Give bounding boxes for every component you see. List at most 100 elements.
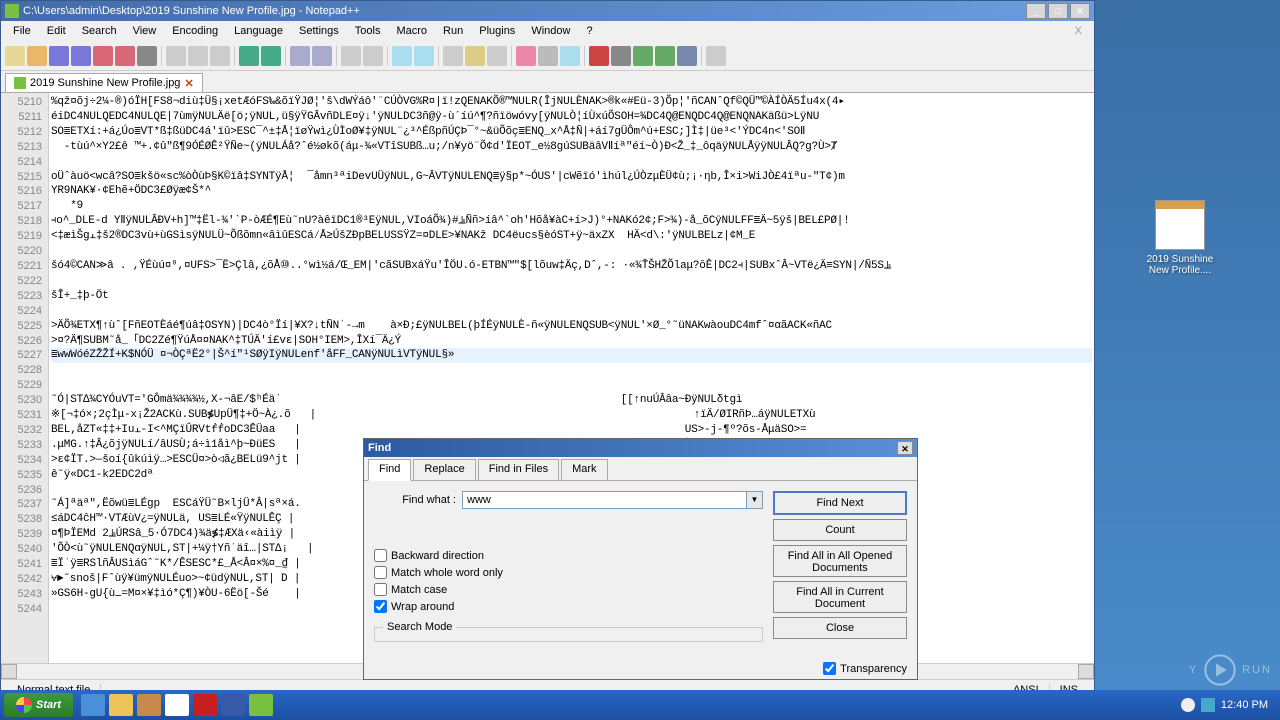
titlebar[interactable]: C:\Users\admin\Desktop\2019 Sunshine New…	[1, 1, 1094, 21]
menu-language[interactable]: Language	[226, 23, 291, 39]
menubar: File Edit Search View Encoding Language …	[1, 21, 1094, 41]
find-titlebar[interactable]: Find ✕	[364, 439, 917, 457]
wrap-icon[interactable]	[443, 46, 463, 66]
find-tabs: Find Replace Find in Files Mark	[364, 457, 917, 481]
document-tabs: 2019 Sunshine New Profile.jpg ✕	[1, 71, 1094, 93]
cut-icon[interactable]	[166, 46, 186, 66]
show-all-icon[interactable]	[465, 46, 485, 66]
folder-icon[interactable]	[538, 46, 558, 66]
find-tab-mark[interactable]: Mark	[561, 459, 607, 480]
find-title: Find	[368, 442, 391, 454]
zoom-in-icon[interactable]	[341, 46, 361, 66]
count-button[interactable]: Count	[773, 519, 907, 541]
desktop-file-icon[interactable]: 2019 Sunshine New Profile....	[1140, 200, 1220, 276]
watermark-run: RUN	[1242, 664, 1272, 676]
menu-edit[interactable]: Edit	[39, 23, 74, 39]
close-icon[interactable]	[93, 46, 113, 66]
tab-close-icon[interactable]: ✕	[184, 77, 193, 90]
sync-v-icon[interactable]	[392, 46, 412, 66]
close-button[interactable]: ✕	[1070, 3, 1090, 19]
check-match-case[interactable]: Match case	[374, 583, 763, 596]
redo-icon[interactable]	[261, 46, 281, 66]
explorer-icon[interactable]	[109, 694, 133, 716]
app-task-icon[interactable]	[221, 694, 245, 716]
find-close-button[interactable]: Close	[773, 617, 907, 639]
undo-icon[interactable]	[239, 46, 259, 66]
start-button[interactable]: Start	[4, 693, 73, 717]
find-next-button[interactable]: Find Next	[773, 491, 907, 515]
extra-icon[interactable]	[706, 46, 726, 66]
scroll-right-icon[interactable]	[1078, 664, 1094, 679]
menu-window[interactable]: Window	[523, 23, 578, 39]
ie-icon[interactable]	[81, 694, 105, 716]
sync-h-icon[interactable]	[414, 46, 434, 66]
find-dropdown-icon[interactable]: ▼	[747, 491, 763, 509]
menu-macro[interactable]: Macro	[388, 23, 435, 39]
find-all-open-button[interactable]: Find All in All Opened Documents	[773, 545, 907, 577]
close-all-icon[interactable]	[115, 46, 135, 66]
zoom-out-icon[interactable]	[363, 46, 383, 66]
play-icon[interactable]	[633, 46, 653, 66]
check-transparency[interactable]: Transparency	[823, 662, 907, 675]
clock[interactable]: 12:40 PM	[1221, 699, 1268, 711]
save-macro-icon[interactable]	[677, 46, 697, 66]
find-tab-find[interactable]: Find	[368, 459, 411, 481]
window-title: C:\Users\admin\Desktop\2019 Sunshine New…	[23, 5, 1026, 17]
save-icon[interactable]	[49, 46, 69, 66]
monitor-icon[interactable]	[560, 46, 580, 66]
tray-icon-2[interactable]	[1201, 698, 1215, 712]
system-tray: 12:40 PM	[1173, 698, 1276, 712]
tab-file-icon	[14, 77, 26, 89]
find-what-label: Find what :	[374, 494, 462, 506]
check-whole-word[interactable]: Match whole word only	[374, 566, 763, 579]
line-numbers: 5210521152125213521452155216521752185219…	[1, 93, 49, 663]
check-backward[interactable]: Backward direction	[374, 549, 763, 562]
maximize-button[interactable]: □	[1048, 3, 1068, 19]
open-file-icon[interactable]	[27, 46, 47, 66]
menu-plugins[interactable]: Plugins	[471, 23, 523, 39]
copy-icon[interactable]	[188, 46, 208, 66]
app-icon	[5, 4, 19, 18]
record-icon[interactable]	[589, 46, 609, 66]
menu-tools[interactable]: Tools	[347, 23, 389, 39]
menu-settings[interactable]: Settings	[291, 23, 347, 39]
search-mode-label: Search Mode	[383, 621, 456, 633]
watermark-y: Y	[1189, 664, 1198, 676]
find-icon[interactable]	[290, 46, 310, 66]
play-icon	[1204, 654, 1236, 686]
menu-close-x[interactable]: X	[1067, 23, 1090, 39]
indent-icon[interactable]	[487, 46, 507, 66]
notepadpp-task-icon[interactable]	[249, 694, 273, 716]
tray-icon-1[interactable]	[1181, 698, 1195, 712]
menu-view[interactable]: View	[125, 23, 165, 39]
menu-file[interactable]: File	[5, 23, 39, 39]
find-tab-replace[interactable]: Replace	[413, 459, 475, 480]
func-list-icon[interactable]	[516, 46, 536, 66]
menu-help[interactable]: ?	[578, 23, 600, 39]
tab-active[interactable]: 2019 Sunshine New Profile.jpg ✕	[5, 73, 203, 92]
folder-task-icon[interactable]	[137, 694, 161, 716]
save-all-icon[interactable]	[71, 46, 91, 66]
chrome-icon[interactable]	[165, 694, 189, 716]
print-icon[interactable]	[137, 46, 157, 66]
find-all-current-button[interactable]: Find All in Current Document	[773, 581, 907, 613]
replace-icon[interactable]	[312, 46, 332, 66]
stop-icon[interactable]	[611, 46, 631, 66]
find-what-input[interactable]	[462, 491, 747, 509]
opera-icon[interactable]	[193, 694, 217, 716]
scroll-left-icon[interactable]	[1, 664, 17, 679]
menu-encoding[interactable]: Encoding	[164, 23, 226, 39]
search-mode-group: Search Mode	[374, 621, 763, 642]
find-close-icon[interactable]: ✕	[897, 441, 913, 455]
watermark: Y RUN	[1189, 654, 1272, 686]
minimize-button[interactable]: _	[1026, 3, 1046, 19]
paste-icon[interactable]	[210, 46, 230, 66]
file-thumbnail	[1155, 200, 1205, 250]
new-file-icon[interactable]	[5, 46, 25, 66]
play-multi-icon[interactable]	[655, 46, 675, 66]
menu-search[interactable]: Search	[74, 23, 125, 39]
find-tab-findfiles[interactable]: Find in Files	[478, 459, 559, 480]
find-dialog: Find ✕ Find Replace Find in Files Mark F…	[363, 438, 918, 680]
check-wrap[interactable]: Wrap around	[374, 600, 763, 613]
menu-run[interactable]: Run	[435, 23, 471, 39]
